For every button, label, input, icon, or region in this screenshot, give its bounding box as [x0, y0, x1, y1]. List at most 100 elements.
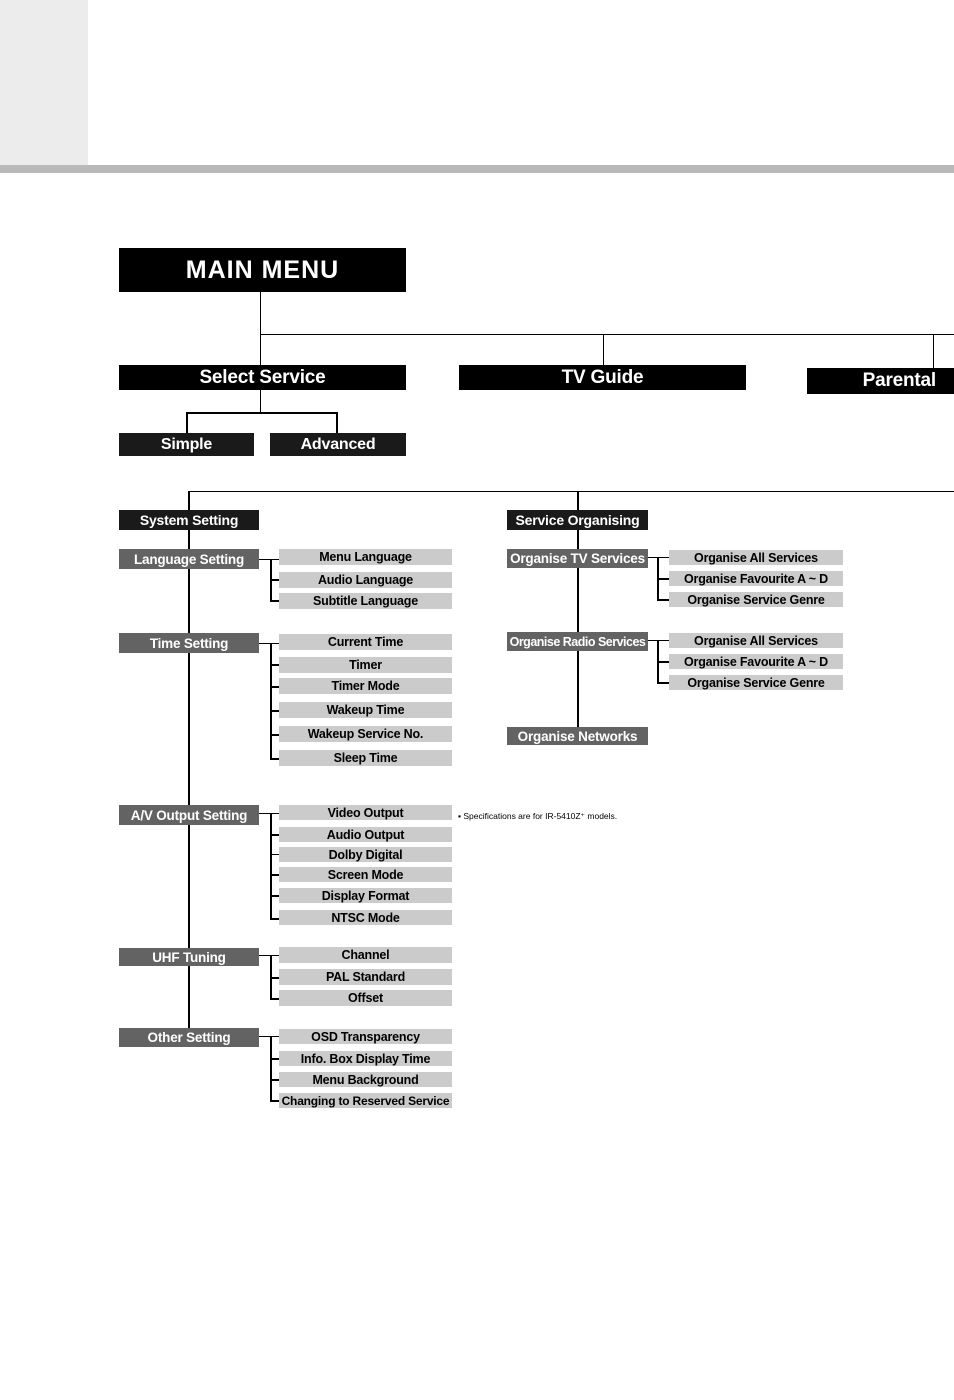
- menu-organise-networks: Organise Networks: [507, 727, 648, 745]
- connector: [657, 682, 669, 684]
- menu-label: OSD Transparency: [311, 1029, 420, 1044]
- menu-label: Menu Background: [312, 1072, 419, 1087]
- connector: [260, 334, 954, 335]
- main-menu-label: MAIN MENU: [185, 255, 340, 284]
- menu-label: Changing to Reserved Service: [281, 1093, 450, 1108]
- menu-item: Wakeup Service No.: [279, 726, 452, 742]
- menu-item: Menu Background: [279, 1072, 452, 1087]
- menu-item: Info. Box Display Time: [279, 1051, 452, 1066]
- menu-label: Audio Output: [326, 827, 405, 842]
- connector: [186, 412, 337, 414]
- menu-item: PAL Standard: [279, 969, 452, 985]
- specification-note: ▪ Specifications are for IR-5410Z⁺ model…: [458, 811, 618, 821]
- menu-item: Audio Language: [279, 572, 452, 588]
- menu-parental: Parental: [807, 368, 954, 394]
- connector: [188, 491, 954, 492]
- menu-label: Sleep Time: [333, 751, 398, 765]
- menu-label: Organise Radio Services: [509, 634, 646, 649]
- connector: [259, 813, 279, 814]
- menu-item: Offset: [279, 990, 452, 1006]
- menu-label: NTSC Mode: [331, 910, 400, 925]
- menu-item: Sleep Time: [279, 750, 452, 766]
- menu-label: A/V Output Setting: [130, 807, 248, 823]
- page-side-tab: [0, 0, 88, 165]
- connector: [270, 1058, 279, 1060]
- connector: [270, 895, 279, 897]
- menu-label: Service Organising: [515, 512, 640, 528]
- menu-label: Wakeup Time: [326, 703, 405, 717]
- menu-label: Organise All Services: [694, 633, 818, 648]
- connector: [270, 854, 279, 855]
- menu-advanced: Advanced: [270, 433, 406, 456]
- connector: [260, 390, 261, 412]
- menu-label: Advanced: [300, 435, 376, 453]
- menu-item: Timer: [279, 657, 452, 673]
- menu-label: UHF Tuning: [152, 949, 226, 965]
- menu-label: PAL Standard: [325, 970, 406, 984]
- menu-label: Organise All Services: [694, 550, 818, 565]
- menu-item: Organise Service Genre: [669, 675, 843, 690]
- connector: [270, 686, 279, 688]
- connector: [657, 599, 669, 601]
- connector: [270, 1079, 279, 1081]
- connector: [270, 874, 279, 876]
- menu-item: Subtitle Language: [279, 593, 452, 609]
- menu-tv-guide: TV Guide: [459, 365, 746, 390]
- menu-label: Offset: [348, 991, 383, 1005]
- connector: [657, 578, 669, 580]
- menu-other-setting: Other Setting: [119, 1028, 259, 1047]
- menu-time-setting: Time Setting: [119, 633, 259, 653]
- menu-label: Simple: [160, 435, 213, 453]
- menu-label: Video Output: [327, 805, 404, 820]
- connector: [259, 559, 279, 560]
- connector: [259, 1036, 279, 1037]
- menu-label: Channel: [341, 948, 390, 962]
- menu-organise-radio-services: Organise Radio Services: [507, 632, 648, 651]
- menu-language-setting: Language Setting: [119, 549, 259, 569]
- menu-item: Organise Favourite A ~ D: [669, 654, 843, 669]
- connector: [270, 834, 279, 836]
- connector: [603, 334, 604, 365]
- connector: [259, 643, 279, 644]
- connector: [270, 998, 279, 1000]
- connector: [270, 1036, 272, 1101]
- menu-select-service: Select Service: [119, 365, 406, 390]
- connector: [270, 643, 272, 759]
- menu-label: Current Time: [327, 635, 404, 649]
- menu-label: Wakeup Service No.: [307, 727, 424, 741]
- main-menu-title: MAIN MENU: [119, 248, 406, 292]
- menu-label: Parental: [862, 370, 937, 391]
- connector: [270, 664, 279, 666]
- menu-item: NTSC Mode: [279, 910, 452, 925]
- menu-item: Dolby Digital: [279, 847, 452, 862]
- menu-item: Organise All Services: [669, 550, 843, 565]
- connector: [270, 977, 279, 979]
- menu-label: Screen Mode: [327, 867, 404, 882]
- menu-system-setting: System Setting: [119, 510, 259, 530]
- menu-av-output-setting: A/V Output Setting: [119, 805, 259, 825]
- menu-service-organising: Service Organising: [507, 510, 648, 530]
- menu-label: Subtitle Language: [313, 594, 418, 608]
- menu-organise-tv-services: Organise TV Services: [507, 549, 648, 568]
- connector: [657, 661, 669, 663]
- header-rule: [0, 165, 954, 173]
- connector: [270, 579, 279, 581]
- menu-item: Video Output: [279, 805, 452, 820]
- menu-item: Current Time: [279, 634, 452, 650]
- menu-uhf-tuning: UHF Tuning: [119, 948, 259, 966]
- menu-label: Select Service: [199, 366, 326, 388]
- menu-item: Organise All Services: [669, 633, 843, 648]
- menu-label: Organise Networks: [517, 728, 638, 744]
- menu-label: Organise Favourite A ~ D: [684, 571, 828, 586]
- menu-label: Organise TV Services: [510, 551, 645, 566]
- menu-label: Other Setting: [147, 1030, 231, 1045]
- connector: [933, 334, 934, 368]
- menu-simple: Simple: [119, 433, 254, 456]
- menu-label: Organise Service Genre: [687, 675, 825, 690]
- connector: [260, 292, 261, 365]
- menu-item: Display Format: [279, 888, 452, 903]
- connector: [186, 412, 188, 433]
- connector: [270, 1100, 279, 1102]
- menu-label: Timer: [349, 658, 382, 672]
- menu-item: Changing to Reserved Service: [279, 1093, 452, 1108]
